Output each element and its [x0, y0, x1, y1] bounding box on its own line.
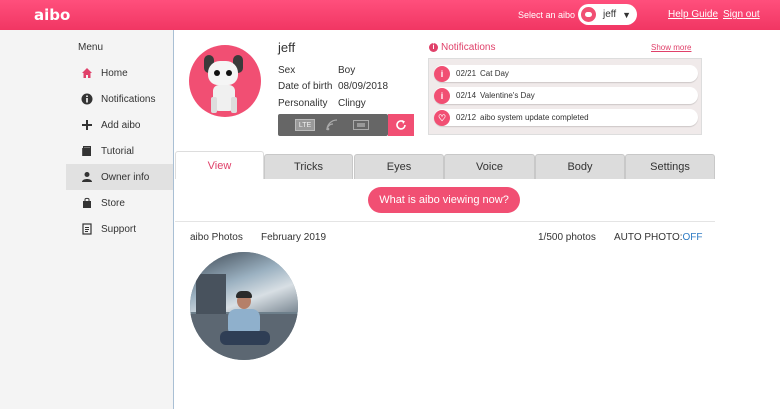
what-is-aibo-viewing-button[interactable]: What is aibo viewing now? — [368, 187, 520, 213]
notification-item[interactable]: ♡ 02/12 aibo system update completed — [434, 109, 698, 126]
selected-aibo-name: jeff — [603, 9, 617, 20]
photos-label: aibo Photos — [190, 232, 243, 243]
lte-icon: LTE — [295, 119, 315, 131]
sidebar-item-owner-info[interactable]: Owner info — [66, 164, 173, 190]
tab-settings[interactable]: Settings — [625, 154, 715, 179]
aibo-photo-thumbnail[interactable] — [190, 252, 298, 360]
notification-text: Cat Day — [480, 69, 509, 78]
sidebar-item-support[interactable]: Support — [66, 216, 173, 242]
select-aibo-label: Select an aibo — [518, 10, 576, 20]
dog-leg — [231, 97, 237, 113]
dropdown-caret-icon: ▼ — [622, 9, 632, 20]
plus-icon — [80, 119, 93, 132]
dog-head — [208, 61, 238, 85]
battery-icon — [353, 120, 369, 130]
book-icon — [80, 145, 93, 158]
sidebar-item-label: Add aibo — [101, 119, 141, 131]
aibo-avatar-icon — [581, 7, 596, 22]
tab-body[interactable]: Body — [535, 154, 625, 179]
sign-out-link[interactable]: Sign out — [723, 9, 760, 20]
sidebar-item-label: Owner info — [101, 171, 150, 183]
photo-person-legs — [220, 331, 270, 345]
personality-label: Personality — [278, 98, 328, 109]
aibo-selector[interactable]: jeff ▼ — [578, 4, 637, 25]
sidebar-item-store[interactable]: Store — [66, 190, 173, 216]
show-more-link[interactable]: Show more — [651, 43, 691, 52]
info-icon: i — [434, 87, 450, 104]
person-icon — [80, 171, 93, 184]
photos-month[interactable]: February 2019 — [261, 232, 326, 243]
photo-person-hair — [236, 291, 252, 298]
notification-item[interactable]: i 02/21 Cat Day — [434, 65, 698, 82]
pet-name: jeff — [278, 40, 296, 55]
sidebar-item-label: Notifications — [101, 93, 156, 105]
notifications-title: Notifications — [441, 42, 496, 53]
tab-voice[interactable]: Voice — [444, 154, 535, 179]
sidebar-item-add-aibo[interactable]: Add aibo — [66, 112, 173, 138]
menu-title: Menu — [78, 42, 104, 53]
tab-eyes[interactable]: Eyes — [354, 154, 444, 179]
dog-leg — [211, 97, 217, 113]
document-icon — [80, 223, 93, 236]
aibo-logo[interactable]: aibo — [34, 6, 70, 24]
notification-date: 02/12 — [456, 113, 477, 122]
notification-item[interactable]: i 02/14 Valentine's Day — [434, 87, 698, 104]
top-bar: aibo Select an aibo jeff ▼ Help Guide Si… — [0, 0, 780, 30]
notification-date: 02/14 — [456, 91, 477, 100]
photo-shelf — [196, 274, 226, 314]
device-status-bar: LTE — [278, 114, 388, 136]
sidebar-item-home[interactable]: Home — [66, 60, 173, 86]
divider — [175, 221, 715, 222]
dob-value: 08/09/2018 — [338, 81, 389, 92]
refresh-button[interactable] — [388, 114, 414, 136]
photo-person-body — [228, 309, 260, 333]
sidebar: Menu Home Notifications Add aibo Tutoria… — [0, 30, 174, 409]
main-content: jeff Sex Boy Date of birth 08/09/2018 Pe… — [175, 30, 780, 409]
tab-bar: View Tricks Eyes Voice Body Settings — [175, 151, 780, 179]
notifications-heading: i Notifications — [429, 42, 495, 53]
tab-tricks[interactable]: Tricks — [264, 154, 353, 179]
home-icon — [80, 67, 93, 80]
aibo-profile-avatar — [189, 45, 261, 117]
help-guide-link[interactable]: Help Guide — [668, 9, 718, 20]
info-icon — [80, 93, 93, 106]
info-icon: i — [429, 43, 438, 52]
auto-photo-label: AUTO PHOTO: — [614, 232, 683, 243]
dog-eye-right — [226, 70, 232, 76]
dog-eye-left — [214, 70, 220, 76]
shopping-bag-icon — [80, 197, 93, 210]
personality-value: Clingy — [338, 98, 366, 109]
info-icon: i — [434, 65, 450, 82]
photos-count: 1/500 photos — [538, 232, 596, 243]
notification-text: aibo system update completed — [480, 113, 589, 122]
heart-icon: ♡ — [434, 109, 450, 126]
dob-label: Date of birth — [278, 81, 333, 92]
sidebar-item-notifications[interactable]: Notifications — [66, 86, 173, 112]
notifications-panel: i 02/21 Cat Day i 02/14 Valentine's Day … — [428, 58, 702, 135]
sidebar-item-label: Tutorial — [101, 145, 134, 157]
sex-label: Sex — [278, 65, 296, 76]
auto-photo-value: OFF — [682, 232, 703, 243]
auto-photo-status[interactable]: AUTO PHOTO:OFF — [614, 232, 703, 243]
sex-value: Boy — [338, 65, 356, 76]
sidebar-item-label: Store — [101, 197, 125, 209]
sidebar-item-label: Support — [101, 223, 137, 235]
sidebar-item-tutorial[interactable]: Tutorial — [66, 138, 173, 164]
notification-date: 02/21 — [456, 69, 477, 78]
tab-view[interactable]: View — [175, 151, 264, 179]
sidebar-item-label: Home — [101, 67, 128, 79]
notification-text: Valentine's Day — [480, 91, 535, 100]
wifi-signal-icon — [326, 119, 340, 131]
